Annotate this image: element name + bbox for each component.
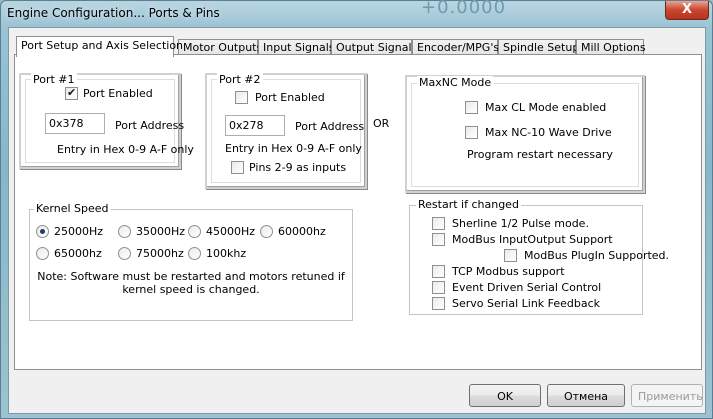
ok-button[interactable]: OK	[469, 384, 541, 407]
tab-page-port-setup: Port #1 Port Enabled Port Address Entry …	[14, 54, 702, 370]
port2-group: Port #2 Port Enabled Port Address Entry …	[205, 73, 367, 189]
servo-serial-checkbox[interactable]	[432, 297, 445, 310]
kernel-65000-radio[interactable]	[36, 247, 49, 260]
kernel-note-line2: kernel speed is changed.	[122, 283, 260, 296]
dialog-client: Port Setup and Axis Selection Motor Outp…	[8, 27, 706, 414]
kernel-60000-label: 60000hz	[278, 225, 326, 238]
modbus-io-checkbox[interactable]	[432, 233, 445, 246]
title-bar[interactable]: +0.0000 Engine Configuration... Ports & …	[1, 0, 712, 27]
kernel-25000-label: 25000Hz	[54, 225, 104, 238]
max-nc10-label: Max NC-10 Wave Drive	[485, 126, 612, 139]
max-cl-mode-label: Max CL Mode enabled	[485, 101, 607, 114]
maxnc-restart-note: Program restart necessary	[467, 148, 613, 161]
port1-enabled-label: Port Enabled	[83, 87, 153, 100]
port1-legend: Port #1	[31, 73, 77, 86]
restart-legend: Restart if changed	[416, 198, 521, 211]
kernel-75000-label: 75000hz	[136, 247, 184, 260]
modbus-io-label: ModBus InputOutput Support	[452, 233, 613, 246]
max-nc10-checkbox[interactable]	[465, 126, 478, 139]
tcp-modbus-label: TCP Modbus support	[452, 265, 565, 278]
kernel-note-line1: Note: Software must be restarted and mot…	[37, 270, 345, 283]
tcp-modbus-checkbox[interactable]	[432, 265, 445, 278]
kernel-35000-label: 35000Hz	[136, 225, 186, 238]
kernel-speed-group: Kernel Speed 25000Hz 35000Hz 45000Hz 600…	[29, 202, 353, 321]
port2-enabled-checkbox[interactable]	[235, 91, 248, 104]
tab-port-setup[interactable]: Port Setup and Axis Selection	[16, 36, 183, 57]
port2-address-input[interactable]	[225, 115, 285, 136]
sherline-label: Sherline 1/2 Pulse mode.	[452, 217, 589, 230]
event-serial-label: Event Driven Serial Control	[452, 281, 602, 294]
kernel-45000-label: 45000Hz	[206, 225, 256, 238]
max-cl-mode-checkbox[interactable]	[465, 101, 478, 114]
kernel-75000-radio[interactable]	[118, 247, 131, 260]
kernel-100k-label: 100khz	[206, 247, 247, 260]
port1-hint: Entry in Hex 0-9 A-F only	[57, 143, 194, 156]
port1-address-input[interactable]	[45, 113, 105, 134]
maxnc-group: MaxNC Mode Max CL Mode enabled Max NC-10…	[405, 75, 645, 193]
servo-serial-label: Servo Serial Link Feedback	[452, 297, 601, 310]
kernel-60000-radio[interactable]	[260, 225, 273, 238]
close-button[interactable]: X	[665, 1, 709, 20]
background-dro-text: +0.0000	[421, 0, 507, 18]
kernel-100k-radio[interactable]	[188, 247, 201, 260]
kernel-25000-radio[interactable]	[36, 225, 49, 238]
close-icon: X	[681, 2, 693, 17]
window-title: Engine Configuration... Ports & Pins	[7, 6, 220, 20]
config-window: +0.0000 Engine Configuration... Ports & …	[0, 0, 713, 419]
or-label: OR	[373, 117, 390, 130]
restart-group: Restart if changed Sherline 1/2 Pulse mo…	[409, 198, 669, 315]
port1-enabled-checkbox[interactable]	[65, 86, 78, 100]
port1-address-label: Port Address	[115, 119, 185, 132]
port2-enabled-label: Port Enabled	[255, 91, 325, 104]
cancel-button[interactable]: Отмена	[547, 384, 625, 407]
sherline-checkbox[interactable]	[432, 217, 445, 230]
port2-hint: Entry in Hex 0-9 A-F only	[225, 142, 362, 155]
apply-button[interactable]: Применить	[631, 384, 703, 407]
kernel-speed-legend: Kernel Speed	[34, 202, 111, 215]
maxnc-legend: MaxNC Mode	[417, 76, 494, 89]
port1-group: Port #1 Port Enabled Port Address Entry …	[19, 73, 194, 169]
event-serial-checkbox[interactable]	[432, 281, 445, 294]
kernel-45000-radio[interactable]	[188, 225, 201, 238]
modbus-plugin-label: ModBus PlugIn Supported.	[524, 249, 670, 262]
kernel-65000-label: 65000hz	[54, 247, 102, 260]
port2-pins-checkbox[interactable]	[231, 161, 244, 174]
port2-legend: Port #2	[217, 73, 263, 86]
modbus-plugin-checkbox[interactable]	[504, 249, 517, 262]
port2-address-label: Port Address	[295, 120, 365, 133]
port2-pins-label: Pins 2-9 as inputs	[249, 161, 347, 174]
kernel-35000-radio[interactable]	[118, 225, 131, 238]
